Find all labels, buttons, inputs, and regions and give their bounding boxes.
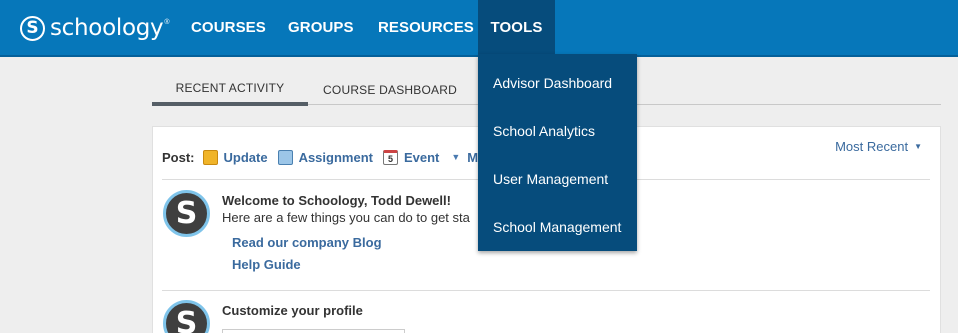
tab-recent-activity[interactable]: RECENT ACTIVITY bbox=[152, 74, 308, 106]
caret-down-icon: ▼ bbox=[914, 142, 922, 151]
logo-text: schoology bbox=[50, 15, 164, 41]
post-update-button[interactable]: Update bbox=[202, 149, 268, 165]
post-update-label: Update bbox=[223, 149, 268, 165]
menu-item-user-management[interactable]: User Management bbox=[478, 155, 637, 203]
assignment-icon bbox=[277, 149, 293, 165]
nav-groups[interactable]: GROUPS bbox=[288, 0, 354, 55]
avatar: S bbox=[163, 300, 210, 333]
post-event-button[interactable]: 5 Event bbox=[382, 149, 440, 165]
menu-item-school-management[interactable]: School Management bbox=[478, 203, 637, 251]
post-bar: Post: Update Assignment 5 Event ▼ Mo bbox=[162, 147, 496, 167]
sort-label: Most Recent bbox=[835, 139, 909, 154]
customize-profile-title: Customize your profile bbox=[222, 303, 363, 318]
post-assignment-label: Assignment bbox=[298, 149, 373, 165]
help-guide-link[interactable]: Help Guide bbox=[232, 257, 301, 272]
nav-resources[interactable]: RESOURCES bbox=[378, 0, 474, 55]
menu-item-school-analytics[interactable]: School Analytics bbox=[478, 107, 637, 155]
nav-tools[interactable]: TOOLS bbox=[478, 0, 555, 54]
post-event-label: Event bbox=[403, 149, 440, 165]
caret-down-icon[interactable]: ▼ bbox=[451, 152, 460, 162]
schoology-logo[interactable]: S schoology ® bbox=[20, 13, 170, 43]
sort-dropdown[interactable]: Most Recent ▼ bbox=[835, 139, 922, 154]
menu-item-advisor-dashboard[interactable]: Advisor Dashboard bbox=[478, 59, 637, 107]
pencil-note-icon bbox=[202, 149, 218, 165]
tools-dropdown-menu: Advisor Dashboard School Analytics User … bbox=[478, 54, 637, 251]
top-navigation-bar: S schoology ® COURSES GROUPS RESOURCES T… bbox=[0, 0, 958, 57]
trademark-mark: ® bbox=[164, 18, 170, 26]
company-blog-link[interactable]: Read our company Blog bbox=[232, 235, 382, 250]
calendar-icon: 5 bbox=[382, 149, 398, 165]
profile-input-box[interactable] bbox=[222, 329, 405, 333]
divider bbox=[162, 290, 930, 291]
tab-course-dashboard[interactable]: COURSE DASHBOARD bbox=[312, 74, 468, 105]
post-assignment-button[interactable]: Assignment bbox=[277, 149, 373, 165]
welcome-body: Here are a few things you can do to get … bbox=[222, 210, 470, 225]
nav-courses[interactable]: COURSES bbox=[191, 0, 266, 55]
post-label: Post: bbox=[162, 149, 195, 165]
schoology-logo-icon: S bbox=[20, 15, 45, 41]
avatar: S bbox=[163, 190, 210, 237]
welcome-title: Welcome to Schoology, Todd Dewell! bbox=[222, 193, 451, 208]
